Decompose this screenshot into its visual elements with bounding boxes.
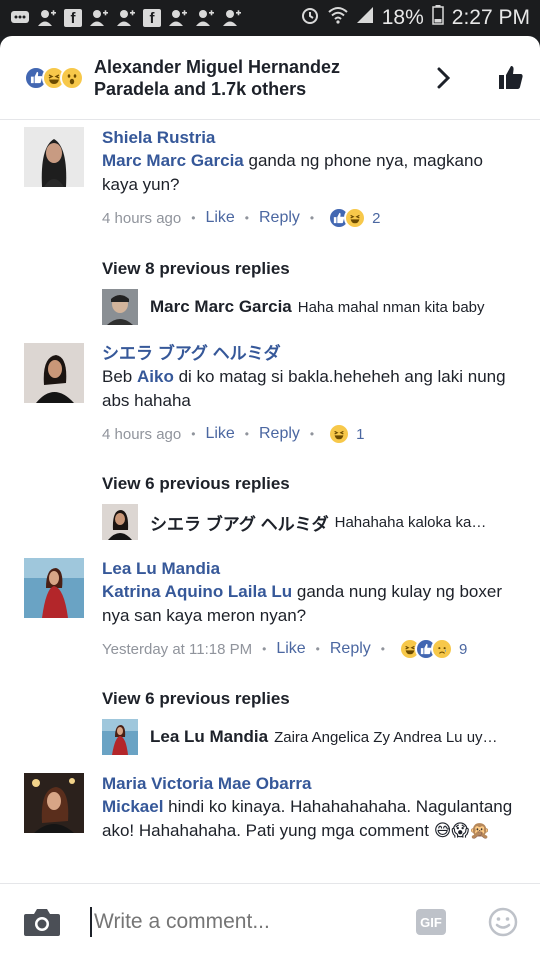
comment-prefix: Beb [102,367,133,386]
friend-request-icon [168,9,188,27]
messenger-icon [10,9,30,27]
like-button[interactable]: Like [205,425,234,443]
separator-dot: • [309,427,315,441]
reply-preview[interactable]: シエラ ブアグ ヘルミダ Hahahaha kaloka ka… [102,504,522,540]
comment-text: Beb Aiko di ko matag si bakla.heheheh an… [102,365,522,413]
reply-preview[interactable]: Lea Lu Mandia Zaira Angelica Zy Andrea L… [102,719,522,755]
separator-dot: • [244,211,249,225]
haha-reaction-icon [328,423,351,445]
reply-author[interactable]: シエラ ブアグ ヘルミダ [150,510,329,535]
avatar[interactable] [24,558,84,618]
comment-composer: GIF [0,883,540,960]
mention-link[interactable]: Katrina Aquino Laila Lu [102,582,292,601]
separator-dot: • [244,427,249,441]
reply-text: Zaira Angelica Zy Andrea Lu uy… [274,728,498,746]
reaction-stack [24,65,84,90]
reply-button[interactable]: Reply [259,209,300,227]
avatar[interactable] [102,719,138,755]
comment-list[interactable]: Shiela Rustria Marc Marc Garcia ganda ng… [0,121,540,883]
separator-dot: • [262,642,267,656]
clock: 2:27 PM [451,6,530,29]
reply-button[interactable]: Reply [330,640,371,658]
separator-dot: • [191,427,196,441]
reaction-count[interactable]: 2 [372,210,380,227]
separator-dot: • [309,211,315,225]
comment-reactions[interactable] [328,423,351,445]
wow-reaction-icon [60,65,84,90]
avatar[interactable] [102,504,138,540]
gif-button[interactable]: GIF [416,909,446,935]
comments-sheet: Alexander Miguel Hernandez Paradela and … [0,36,540,960]
mention-link[interactable]: Mickael [102,797,163,816]
reply-author[interactable]: Lea Lu Mandia [150,727,268,747]
comment-body: hindi ko kinaya. Hahahahahaha. Nagulanta… [102,797,513,840]
comment-meta: 4 hours ago • Like • Reply • 1 [102,421,522,447]
avatar[interactable] [24,773,84,833]
comment-meta: 4 hours ago • Like • Reply • 2 [102,205,522,231]
wifi-icon [328,6,348,30]
haha-reaction-icon [344,207,367,229]
sad-reaction-icon [430,638,453,660]
timestamp[interactable]: 4 hours ago [102,426,181,443]
view-previous-replies[interactable]: View 6 previous replies [102,474,290,494]
mention-link[interactable]: Marc Marc Garcia [102,151,244,170]
friend-request-icon [89,9,109,27]
timestamp[interactable]: 4 hours ago [102,210,181,227]
notification-icons: f f [10,9,242,27]
reply-text: Haha mahal nman kita baby [297,298,485,316]
mention-link[interactable]: Aiko [137,367,174,386]
comment-reactions[interactable] [398,638,453,660]
separator-dot: • [380,642,385,656]
comment-author[interactable]: Maria Victoria Mae Obarra [102,773,522,795]
friend-request-icon [116,9,136,27]
status-bar: f f 18% 2:27 PM [0,0,540,36]
separator-dot: • [315,642,320,656]
reply-button[interactable]: Reply [259,425,300,443]
like-button[interactable]: Like [276,640,305,658]
signal-icon [356,6,374,30]
friend-request-icon [195,9,215,27]
comment-author[interactable]: Lea Lu Mandia [102,558,522,580]
friend-request-icon [222,9,242,27]
reactions-header[interactable]: Alexander Miguel Hernandez Paradela and … [0,36,540,120]
comment-text: Marc Marc Garcia ganda ng phone nya, mag… [102,149,522,197]
facebook-icon: f [143,9,161,27]
comment-reactions[interactable] [328,207,367,229]
comment-author[interactable]: シエラ ブアグ ヘルミダ [102,343,522,365]
avatar[interactable] [102,289,138,325]
battery-percentage: 18% [381,6,424,29]
avatar[interactable] [24,343,84,403]
reply-preview[interactable]: Marc Marc Garcia Haha mahal nman kita ba… [102,289,522,325]
timestamp[interactable]: Yesterday at 11:18 PM [102,641,252,658]
smiley-icon[interactable] [488,907,518,937]
comment-input[interactable] [92,910,416,934]
chevron-right-icon[interactable] [424,67,464,89]
alarm-icon [300,5,320,31]
comment-author[interactable]: Shiela Rustria [102,127,522,149]
avatar[interactable] [24,127,84,187]
comment-text: Mickael hindi ko kinaya. Hahahahahaha. N… [102,795,522,843]
view-previous-replies[interactable]: View 8 previous replies [102,259,290,279]
facebook-icon: f [64,9,82,27]
comment-meta: Yesterday at 11:18 PM • Like • Reply • 9 [102,636,522,662]
system-status: 18% 2:27 PM [300,5,530,31]
battery-icon [432,5,444,31]
reactors-summary[interactable]: Alexander Miguel Hernandez Paradela and … [94,56,384,100]
camera-icon[interactable] [22,906,62,938]
reaction-count[interactable]: 9 [459,641,467,658]
reply-text: Hahahaha kaloka ka… [334,513,487,531]
comment-text: Katrina Aquino Laila Lu ganda nung kulay… [102,580,522,628]
reply-author[interactable]: Marc Marc Garcia [150,297,292,317]
thumbs-up-icon[interactable] [464,65,524,91]
reaction-count[interactable]: 1 [356,426,364,443]
friend-request-icon [37,9,57,27]
view-previous-replies[interactable]: View 6 previous replies [102,689,290,709]
like-button[interactable]: Like [205,209,234,227]
separator-dot: • [191,211,196,225]
